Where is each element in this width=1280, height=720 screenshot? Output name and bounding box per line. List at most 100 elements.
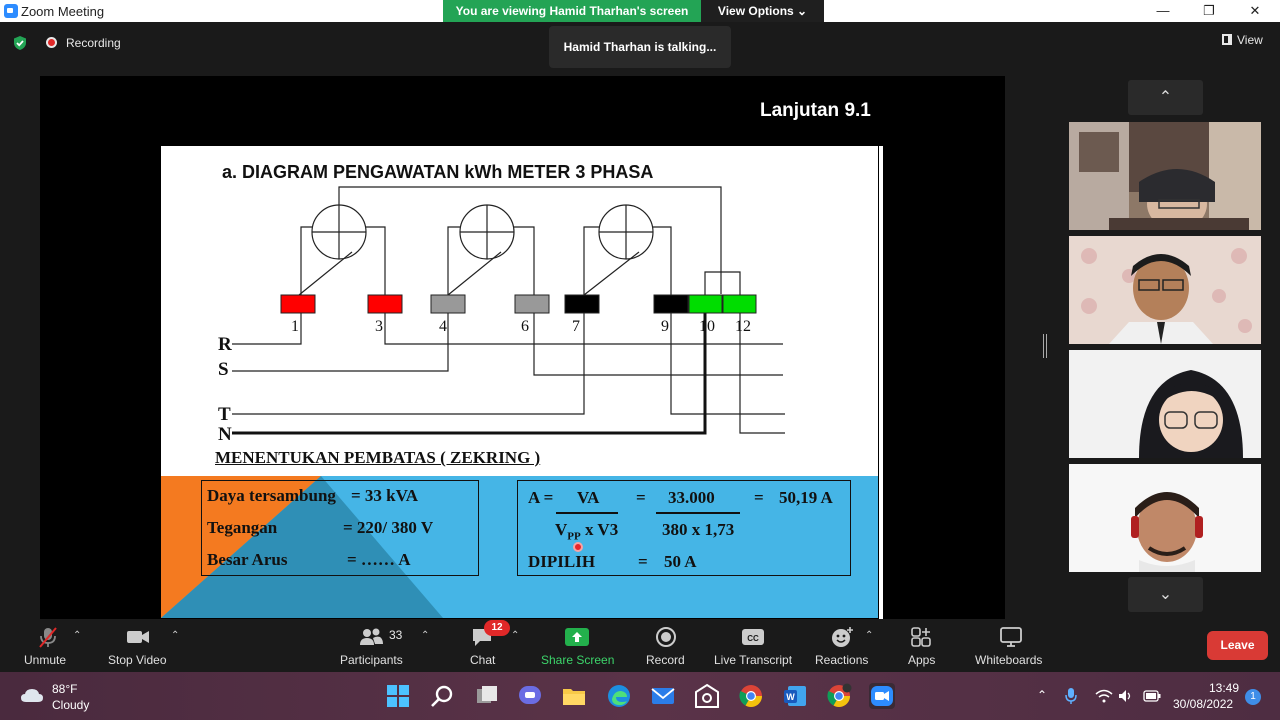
- slide-edge-divider: [879, 146, 883, 619]
- battery-icon[interactable]: [1143, 690, 1161, 702]
- notification-count-badge[interactable]: 1: [1245, 689, 1261, 705]
- apps-label: Apps: [908, 653, 936, 667]
- fraction-bar-1: [556, 512, 618, 514]
- participants-label: Participants: [340, 653, 403, 667]
- reactions-button[interactable]: Reactions: [812, 620, 872, 672]
- participants-button[interactable]: 33 Participants: [338, 620, 408, 672]
- weather-temperature[interactable]: 88°F: [52, 682, 77, 696]
- chrome-browser-icon[interactable]: [738, 683, 764, 709]
- teams-chat-icon[interactable]: [517, 683, 543, 709]
- mail-icon[interactable]: [650, 683, 676, 709]
- meeting-controls-toolbar: Unmute ⌃ Stop Video ⌃ 33 Participants ⌃ …: [0, 620, 1280, 672]
- talking-indicator: Hamid Tharhan is talking...: [549, 26, 731, 68]
- participant-video-2: [1069, 236, 1261, 344]
- clock-time[interactable]: 13:49: [1205, 681, 1239, 695]
- whiteboards-label: Whiteboards: [975, 653, 1043, 667]
- audio-options-caret-icon[interactable]: ⌃: [73, 630, 81, 641]
- task-view-icon[interactable]: [474, 683, 500, 709]
- scroll-down-button[interactable]: ⌄: [1128, 577, 1203, 612]
- whiteboard-icon: [1000, 627, 1022, 647]
- formula-eq2: =: [754, 488, 764, 507]
- window-titlebar: Zoom Meeting You are viewing Hamid Tharh…: [0, 0, 1280, 22]
- participant-video-tile[interactable]: [1069, 122, 1261, 230]
- slide-content: a. DIAGRAM PENGAWATAN kWh METER 3 PHASA: [161, 146, 878, 618]
- zoom-app-icon: [4, 4, 18, 18]
- scroll-up-button[interactable]: ⌃: [1128, 80, 1203, 115]
- participants-icon: [360, 628, 383, 645]
- dipilih-value: 50 A: [664, 552, 697, 571]
- volume-icon[interactable]: [1118, 689, 1134, 703]
- live-transcript-label: Live Transcript: [714, 653, 793, 667]
- live-transcript-button[interactable]: CC Live Transcript: [712, 620, 796, 672]
- word-icon[interactable]: W: [782, 683, 808, 709]
- viewing-screen-banner: You are viewing Hamid Tharhan's screen: [443, 0, 701, 22]
- laser-pointer: [573, 542, 583, 552]
- os-taskbar: 88°F Cloudy W ⌃ 13:49 30/08/2022 1: [0, 672, 1280, 720]
- stop-video-button[interactable]: Stop Video: [106, 620, 172, 672]
- reactions-label: Reactions: [815, 653, 869, 667]
- arus-value: = …… A: [347, 550, 411, 569]
- weather-condition[interactable]: Cloudy: [52, 698, 89, 712]
- daya-label: Daya tersambung: [207, 486, 336, 505]
- formula-eq1: =: [636, 488, 646, 507]
- share-screen-button[interactable]: Share Screen: [540, 620, 614, 672]
- view-button[interactable]: View: [1222, 33, 1263, 47]
- video-camera-icon: [127, 631, 149, 643]
- file-explorer-icon[interactable]: [561, 683, 587, 709]
- panel-resize-handle[interactable]: [1043, 334, 1047, 358]
- participant-video-4: [1069, 464, 1261, 572]
- recording-indicator-icon: [46, 37, 57, 48]
- unmute-label: Unmute: [24, 653, 67, 667]
- wifi-icon[interactable]: [1095, 689, 1113, 703]
- tegangan-label: Tegangan: [207, 518, 278, 537]
- formula-numerator: 33.000: [668, 488, 715, 507]
- meeting-area: Recording Hamid Tharhan is talking... Vi…: [0, 22, 1280, 620]
- cloud-weather-icon[interactable]: [20, 687, 44, 703]
- chat-caret-icon[interactable]: ⌃: [511, 630, 519, 641]
- close-window-button[interactable]: ✕: [1232, 0, 1278, 22]
- minimize-button[interactable]: —: [1140, 0, 1186, 22]
- formula-va: VA: [577, 488, 600, 507]
- leave-meeting-button[interactable]: Leave: [1207, 631, 1268, 660]
- unmute-button[interactable]: Unmute: [20, 620, 76, 672]
- search-icon[interactable]: [429, 683, 455, 709]
- windows-start-icon[interactable]: [385, 683, 411, 709]
- reactions-smiley-icon: [832, 627, 853, 647]
- participants-caret-icon[interactable]: ⌃: [421, 630, 429, 641]
- apps-icon: [911, 627, 931, 647]
- shared-screen[interactable]: Lanjutan 9.1 a. DIAGRAM PENGAWATAN kWh M…: [40, 76, 1005, 619]
- reactions-caret-icon[interactable]: ⌃: [865, 630, 873, 641]
- formula-vpp: VPP x V3: [555, 520, 619, 543]
- share-screen-icon: [565, 628, 589, 646]
- recording-label[interactable]: Recording: [66, 36, 121, 50]
- clock-date[interactable]: 30/08/2022: [1173, 697, 1233, 711]
- whiteboards-button[interactable]: Whiteboards: [972, 620, 1050, 672]
- apps-button[interactable]: Apps: [904, 620, 940, 672]
- zoom-taskbar-icon[interactable]: [869, 683, 895, 709]
- participant-video-tile[interactable]: [1069, 236, 1261, 344]
- tray-overflow-icon[interactable]: ⌃: [1037, 688, 1047, 702]
- mic-muted-icon: [39, 627, 57, 648]
- microphone-tray-icon[interactable]: [1064, 687, 1078, 705]
- svg-text:W: W: [786, 692, 795, 702]
- slide-heading: Lanjutan 9.1: [760, 100, 871, 121]
- view-options-button[interactable]: View Options ⌄: [701, 0, 824, 22]
- participant-video-tile[interactable]: [1069, 464, 1261, 572]
- tegangan-value: = 220/ 380 V: [343, 518, 434, 537]
- video-options-caret-icon[interactable]: ⌃: [171, 630, 179, 641]
- record-button[interactable]: Record: [646, 620, 686, 672]
- view-grid-icon: [1222, 34, 1232, 45]
- daya-value: = 33 kVA: [351, 486, 419, 505]
- chrome-profile-icon[interactable]: [826, 683, 852, 709]
- dipilih-eq: =: [638, 552, 648, 571]
- maximize-button[interactable]: ❐: [1186, 0, 1232, 22]
- share-screen-label: Share Screen: [541, 653, 615, 667]
- app-shield-icon[interactable]: [694, 683, 720, 709]
- chat-label: Chat: [470, 653, 496, 667]
- participant-video-3: [1069, 350, 1261, 458]
- participant-video-tile[interactable]: [1069, 350, 1261, 458]
- shield-check-icon[interactable]: [12, 35, 28, 51]
- participant-video-1: [1069, 122, 1261, 230]
- participants-count: 33: [389, 628, 403, 642]
- edge-browser-icon[interactable]: [606, 683, 632, 709]
